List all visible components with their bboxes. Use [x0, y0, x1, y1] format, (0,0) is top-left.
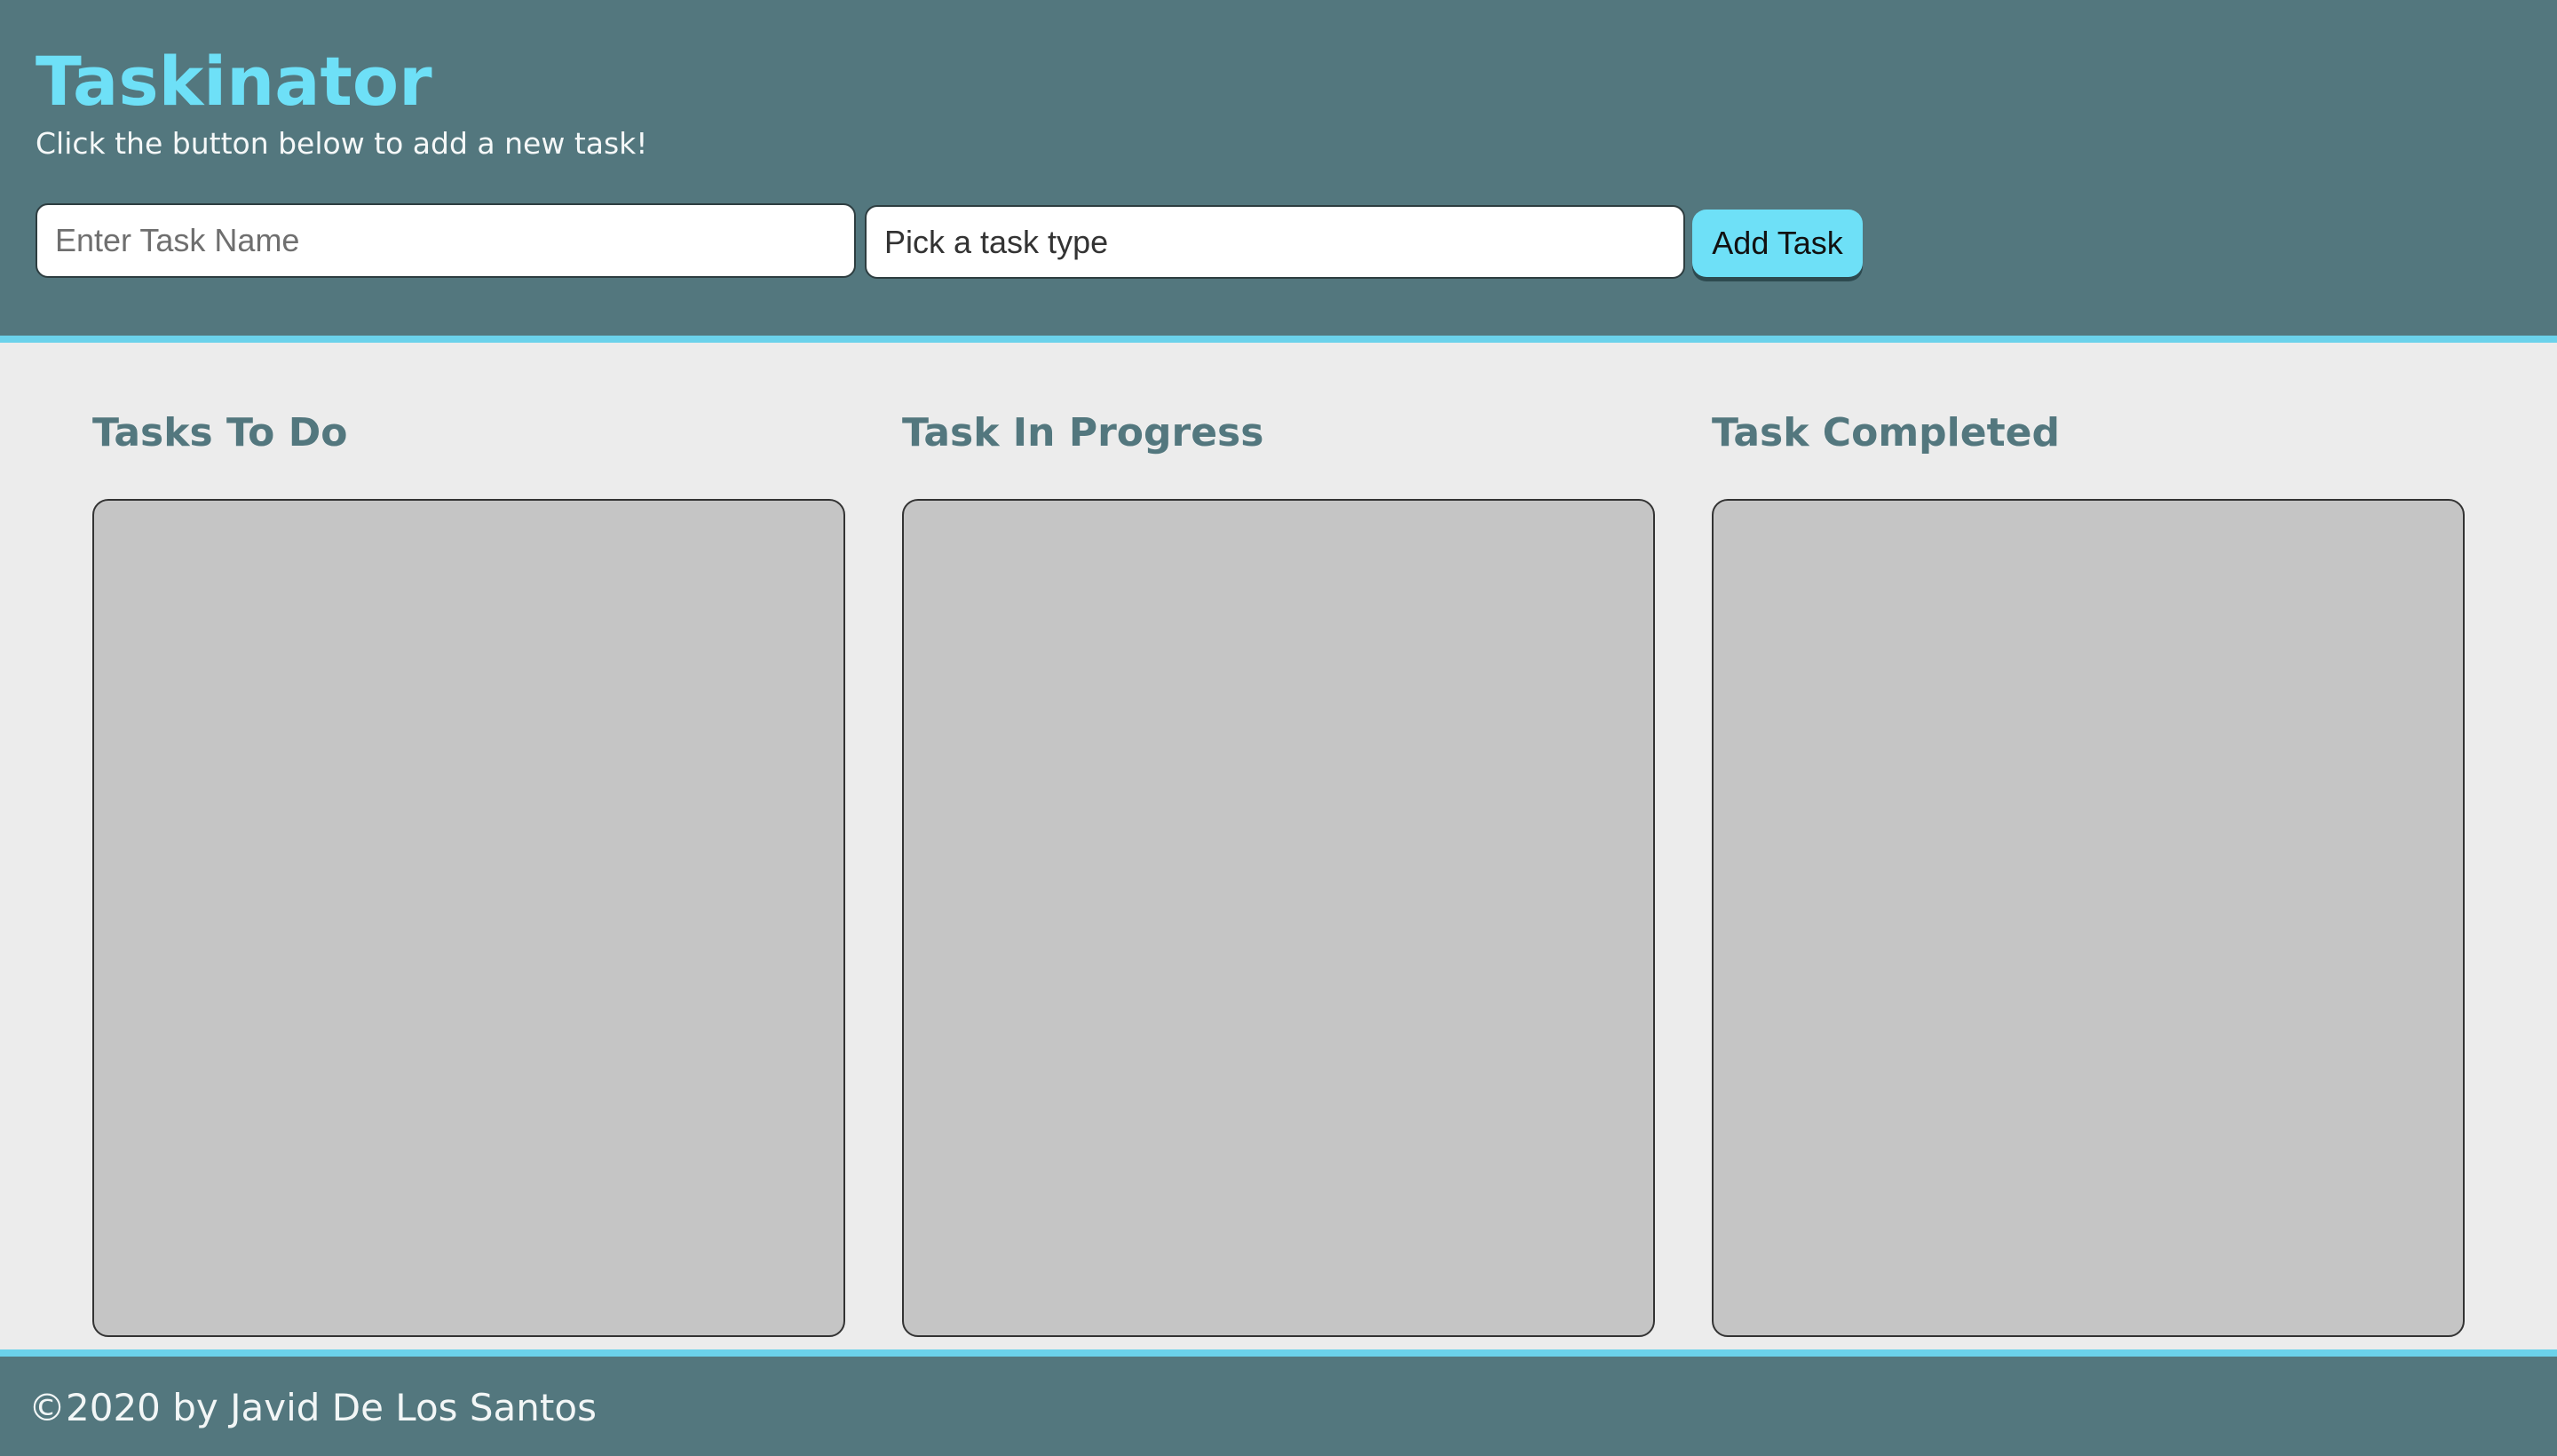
app-title: Taskinator: [36, 42, 432, 121]
page: Taskinator Click the button below to add…: [0, 0, 2557, 1456]
column-heading-in-progress: Task In Progress: [902, 410, 1264, 455]
column-heading-to-do: Tasks To Do: [92, 410, 348, 455]
footer-copyright: ©2020 by Javid De Los Santos: [28, 1386, 597, 1429]
app-subtitle: Click the button below to add a new task…: [36, 126, 648, 161]
task-type-selected-value: Pick a task type: [884, 223, 1109, 260]
column-heading-completed: Task Completed: [1712, 410, 2060, 455]
task-list-completed[interactable]: [1712, 499, 2465, 1337]
task-name-input[interactable]: [36, 203, 856, 278]
add-task-button[interactable]: Add Task: [1692, 210, 1863, 277]
page-footer: ©2020 by Javid De Los Santos: [0, 1349, 2557, 1456]
task-list-in-progress[interactable]: [902, 499, 1655, 1337]
task-type-select[interactable]: Pick a task type: [865, 205, 1685, 279]
page-header: Taskinator Click the button below to add…: [0, 0, 2557, 343]
task-board: Tasks To Do Task In Progress Task Comple…: [0, 343, 2557, 1349]
task-list-to-do[interactable]: [92, 499, 845, 1337]
